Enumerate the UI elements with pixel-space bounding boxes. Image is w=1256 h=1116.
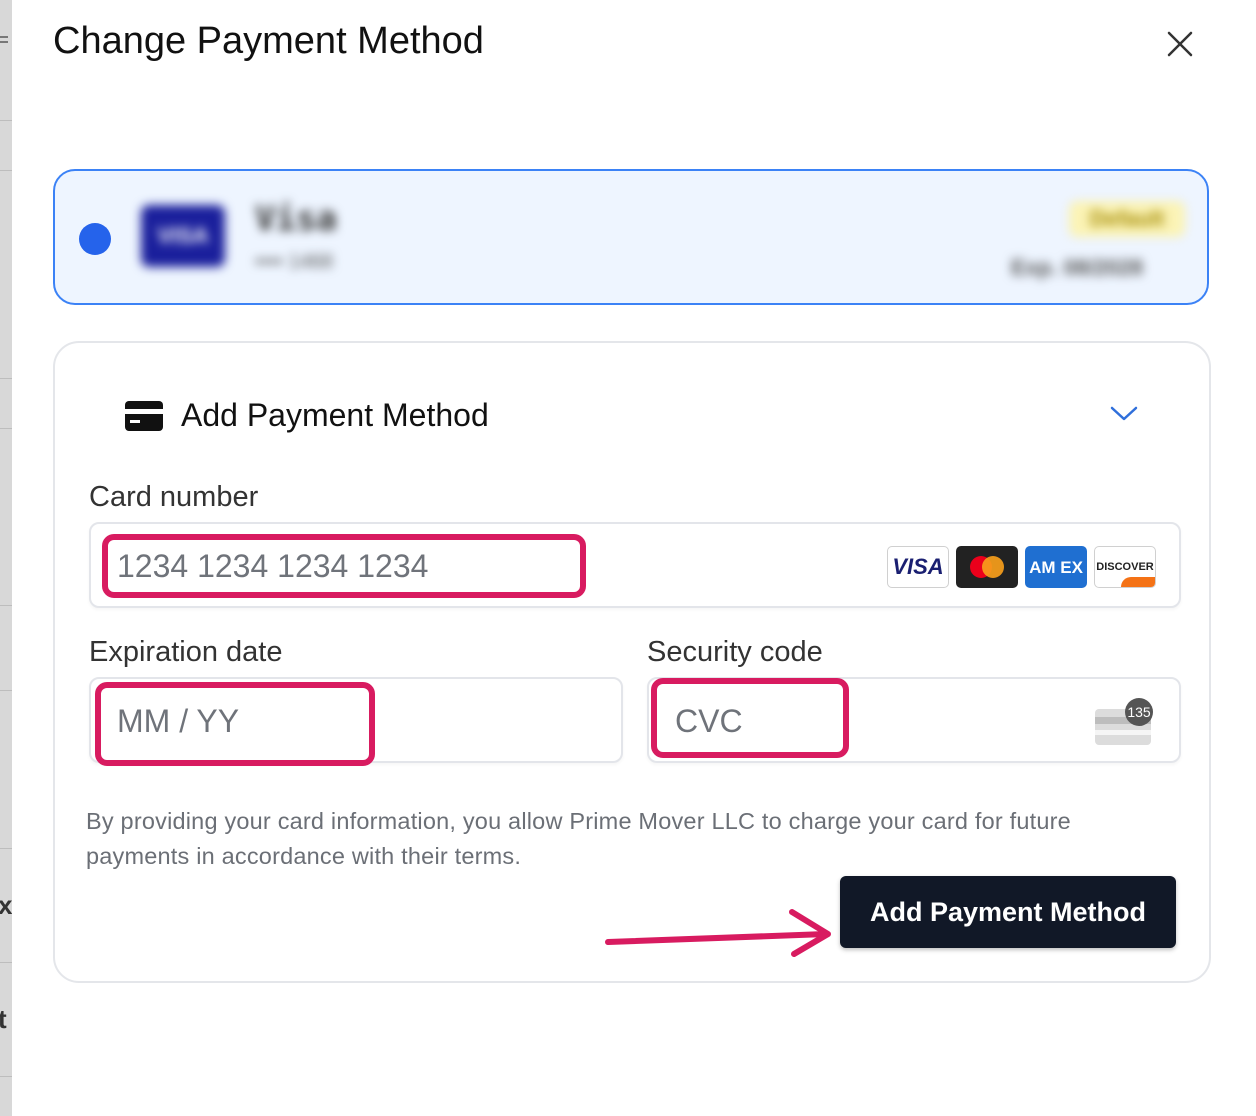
- card-expiry: Exp. 08/2028: [1011, 255, 1144, 280]
- menu-icon: [0, 36, 8, 38]
- credit-card-icon: [125, 401, 163, 431]
- selected-radio[interactable]: [79, 223, 111, 255]
- security-code-label: Security code: [647, 636, 823, 668]
- security-code-field: 135: [647, 677, 1181, 763]
- close-icon[interactable]: [1162, 26, 1198, 62]
- card-number-input[interactable]: [115, 524, 559, 608]
- background-app-edge: x t: [0, 0, 12, 1116]
- card-number-masked: •••• 1468: [255, 251, 334, 273]
- change-payment-modal: Change Payment Method VISA Visa •••• 146…: [12, 0, 1256, 1116]
- chevron-down-icon[interactable]: [1109, 403, 1139, 423]
- annotation-arrow-icon: [605, 909, 831, 957]
- discover-icon: DISCOVER: [1094, 546, 1156, 588]
- authorization-disclaimer: By providing your card information, you …: [86, 808, 1071, 869]
- mastercard-icon: [956, 546, 1018, 588]
- card-number-label: Card number: [89, 481, 259, 513]
- card-brand-name: Visa: [255, 199, 337, 239]
- cvc-badge-text: 135: [1127, 704, 1151, 720]
- cvc-input[interactable]: [673, 679, 1077, 763]
- expiration-input[interactable]: [115, 679, 599, 763]
- discover-label: DISCOVER: [1096, 561, 1154, 573]
- saved-card-option[interactable]: VISA Visa •••• 1468 Default Exp. 08/2028: [53, 169, 1209, 305]
- background-text-fragment: x: [0, 890, 13, 920]
- add-payment-title: Add Payment Method: [181, 397, 489, 433]
- amex-icon: AM EX: [1025, 546, 1087, 588]
- cvc-card-icon: 135: [1095, 698, 1153, 745]
- default-badge: Default: [1069, 201, 1185, 237]
- add-payment-method-button[interactable]: Add Payment Method: [840, 876, 1176, 948]
- expiration-label: Expiration date: [89, 636, 283, 668]
- modal-title: Change Payment Method: [53, 20, 484, 62]
- card-number-field: VISA AM EX DISCOVER: [89, 522, 1181, 608]
- expiration-field: [89, 677, 623, 763]
- background-text-fragment: t: [0, 1004, 7, 1034]
- add-payment-header[interactable]: Add Payment Method: [125, 395, 1145, 435]
- visa-logo: VISA: [141, 205, 225, 267]
- visa-brand-icon: VISA: [887, 546, 949, 588]
